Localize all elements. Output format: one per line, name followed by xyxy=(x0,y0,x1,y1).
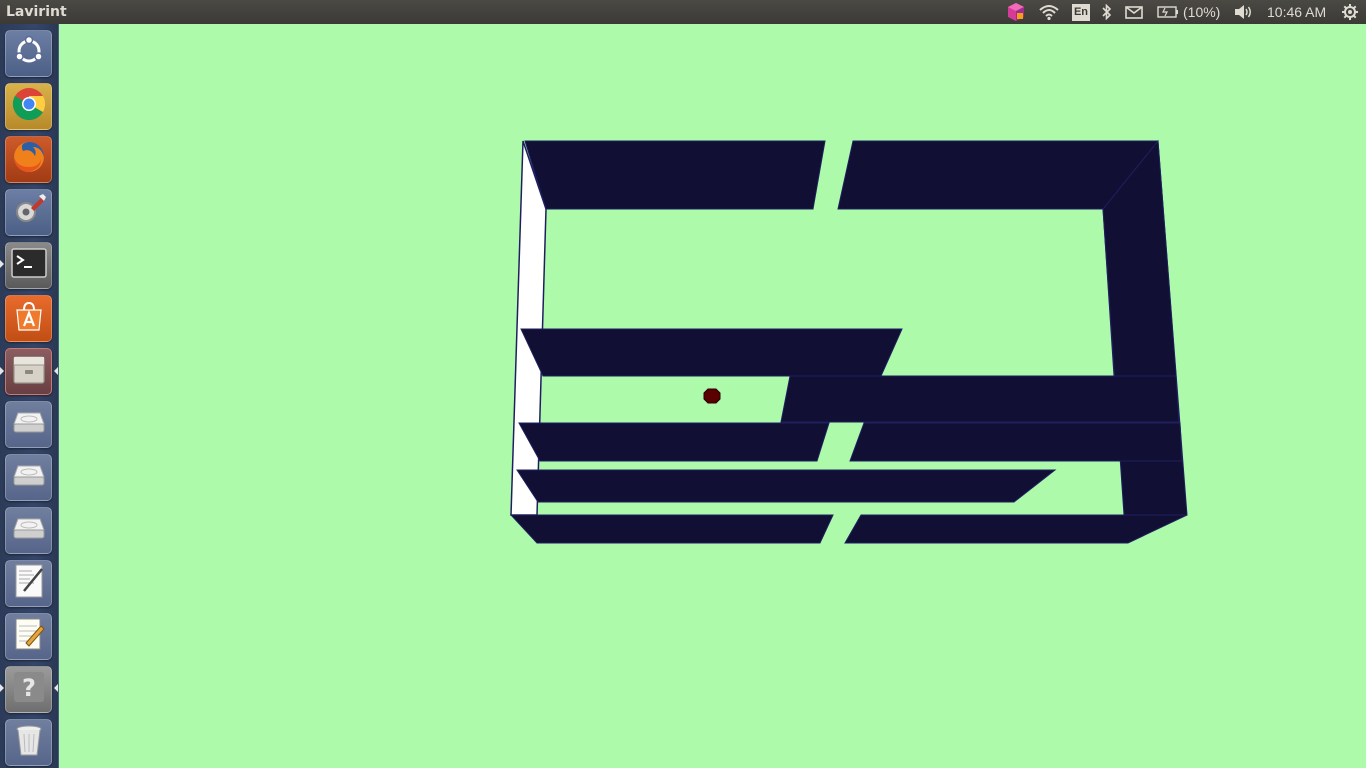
maze-wall xyxy=(524,140,826,210)
focused-indicator xyxy=(54,684,58,692)
maze-wall xyxy=(509,514,834,544)
power-gear-icon[interactable] xyxy=(1340,0,1360,24)
launcher-system-settings[interactable] xyxy=(5,189,52,236)
keyboard-layout-indicator[interactable]: En xyxy=(1070,0,1092,24)
maze-wall xyxy=(520,328,903,377)
game-canvas[interactable] xyxy=(60,24,1366,768)
text-editor-icon xyxy=(12,563,46,604)
files-icon xyxy=(12,353,46,390)
drive-icon xyxy=(11,516,47,545)
running-indicator xyxy=(0,684,4,692)
svg-text:?: ? xyxy=(22,674,36,702)
maze-wall xyxy=(844,514,1188,544)
running-indicator xyxy=(0,260,4,268)
app-indicator-icon[interactable] xyxy=(1005,0,1027,24)
ubuntu-logo-icon xyxy=(12,34,46,73)
maze-wall xyxy=(516,469,1057,503)
launcher-help[interactable]: ? xyxy=(5,666,52,713)
drive-icon xyxy=(11,410,47,439)
firefox-icon xyxy=(11,139,47,180)
launcher-firefox[interactable] xyxy=(5,136,52,183)
drive-icon xyxy=(11,463,47,492)
running-indicator xyxy=(0,367,4,375)
launcher-dash-home[interactable] xyxy=(5,30,52,77)
player-ball xyxy=(703,388,721,404)
launcher-files[interactable] xyxy=(5,348,52,395)
keyboard-layout-label: En xyxy=(1071,3,1091,21)
wifi-icon[interactable] xyxy=(1037,0,1061,24)
help-icon: ? xyxy=(12,670,46,709)
launcher-chrome[interactable] xyxy=(5,83,52,130)
clock[interactable]: 10:46 AM xyxy=(1267,0,1326,24)
launcher-text-editor[interactable] xyxy=(5,560,52,607)
trash-icon xyxy=(14,723,44,762)
launcher-drive-2[interactable] xyxy=(5,454,52,501)
volume-icon[interactable] xyxy=(1233,0,1255,24)
top-panel: Lavirint En (10%) 10:46 AM xyxy=(0,0,1366,24)
launcher: ? xyxy=(0,24,59,768)
maze-scene xyxy=(509,139,1188,544)
maze-wall xyxy=(518,422,830,462)
bluetooth-icon[interactable] xyxy=(1099,0,1115,24)
launcher-terminal[interactable] xyxy=(5,242,52,289)
window-title: Lavirint xyxy=(6,4,67,20)
settings-icon xyxy=(11,192,47,233)
maze-wall xyxy=(780,375,1180,423)
chrome-icon xyxy=(11,86,47,127)
maze-wall xyxy=(849,422,1183,462)
notepad-icon xyxy=(12,616,46,657)
launcher-software-center[interactable] xyxy=(5,295,52,342)
battery-percentage: (10%) xyxy=(1183,4,1221,20)
terminal-icon xyxy=(10,248,47,283)
battery-icon[interactable] xyxy=(1156,0,1180,24)
launcher-drive-3[interactable] xyxy=(5,507,52,554)
mail-icon[interactable] xyxy=(1124,0,1144,24)
software-center-icon xyxy=(12,299,46,338)
launcher-trash[interactable] xyxy=(5,719,52,766)
launcher-drive-1[interactable] xyxy=(5,401,52,448)
launcher-gedit[interactable] xyxy=(5,613,52,660)
focused-indicator xyxy=(54,367,58,375)
